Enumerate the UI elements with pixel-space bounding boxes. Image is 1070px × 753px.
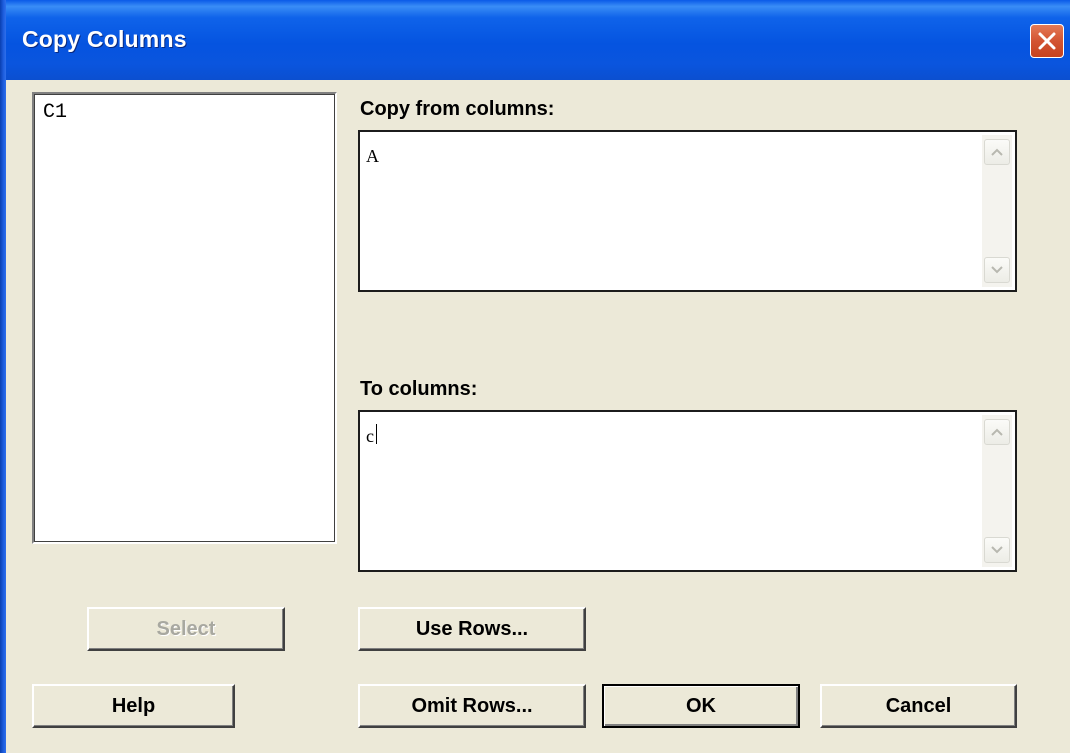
scroll-up-button[interactable] [984,139,1010,165]
to-columns-label: To columns: [360,378,478,400]
list-item[interactable]: C1 [43,101,67,124]
variables-listbox[interactable]: C1 [32,92,337,544]
scroll-down-button[interactable] [984,537,1010,563]
omit-rows-button[interactable]: Omit Rows... [358,684,586,728]
window-title: Copy Columns [22,26,187,52]
text-caret [376,424,377,444]
ok-button[interactable]: OK [602,684,800,728]
copy-from-field[interactable]: A [358,130,1017,292]
cancel-button[interactable]: Cancel [820,684,1017,728]
help-button[interactable]: Help [32,684,235,728]
use-rows-button[interactable]: Use Rows... [358,607,586,651]
to-columns-field[interactable]: c [358,410,1017,572]
scroll-up-button[interactable] [984,419,1010,445]
copy-from-value: A [366,146,379,166]
close-button[interactable] [1030,24,1064,58]
window-left-border [0,0,6,753]
copy-columns-dialog: Copy Columns C1 Copy from columns: A To … [0,0,1070,753]
to-columns-value: c [366,426,374,446]
to-columns-scrollbar[interactable] [982,415,1012,567]
scroll-down-button[interactable] [984,257,1010,283]
copy-from-label: Copy from columns: [360,98,555,120]
title-bar[interactable]: Copy Columns [0,0,1070,80]
select-button[interactable]: Select [87,607,285,651]
copy-from-scrollbar[interactable] [982,135,1012,287]
